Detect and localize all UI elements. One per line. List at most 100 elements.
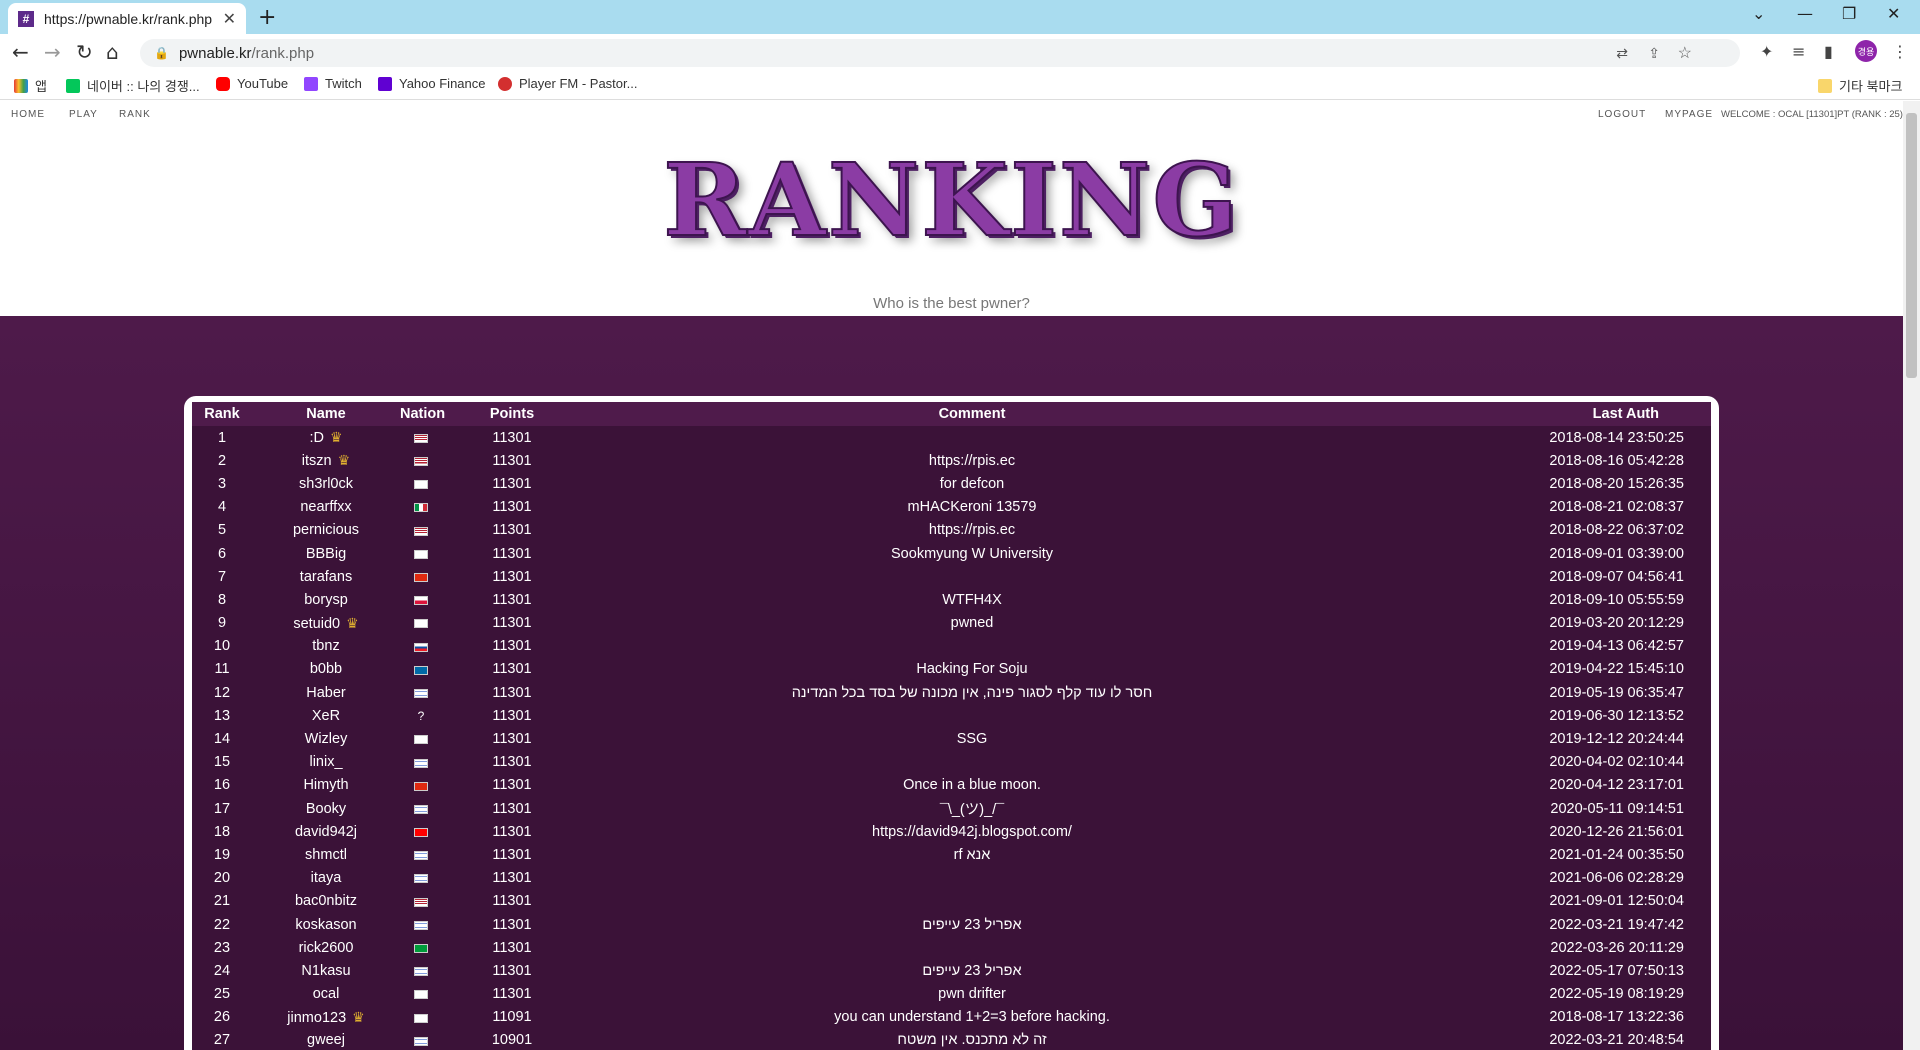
restore-icon[interactable]: ❐ <box>1842 4 1856 23</box>
nation-cell <box>400 639 442 653</box>
minimize-icon[interactable]: — <box>1797 4 1813 23</box>
nav-play-link[interactable]: PLAY <box>69 109 98 120</box>
media-control-icon[interactable]: ≡ <box>1792 42 1805 61</box>
nation-cell <box>400 732 442 746</box>
table-row: 19 shmctl 11301 rf אנא 2021-01-24 00:35:50 <box>192 843 1711 866</box>
forward-icon[interactable]: → <box>44 40 61 64</box>
flag-icon <box>414 549 428 559</box>
new-tab-icon[interactable]: + <box>258 5 276 30</box>
player-name[interactable]: linix_ <box>309 754 342 770</box>
url-path: /rank.php <box>251 44 315 62</box>
column-header: Name <box>306 406 346 422</box>
nav-logout-link[interactable]: LOGOUT <box>1598 109 1646 120</box>
ranking-logo: RANKING <box>662 140 1240 260</box>
nation-cell <box>400 477 442 491</box>
player-name[interactable]: itaya <box>311 870 342 886</box>
bookmark-naver[interactable]: 네이버 :: 나의 경쟁... <box>66 76 200 95</box>
name-cell: pernicious <box>252 522 400 538</box>
player-name[interactable]: shmctl <box>305 847 347 863</box>
last-auth-cell: 2018-08-16 05:42:28 <box>1549 452 1684 469</box>
nav-mypage-link[interactable]: MYPAGE <box>1665 109 1713 120</box>
tab-search-icon[interactable]: ⌄ <box>1752 4 1765 23</box>
player-name[interactable]: b0bb <box>310 661 342 677</box>
menu-icon[interactable]: ⋮ <box>1892 42 1908 61</box>
player-name[interactable]: borysp <box>304 592 348 608</box>
comment-cell: https://rpis.ec <box>928 522 1016 539</box>
page-scrollbar[interactable] <box>1903 101 1920 1050</box>
site-nav: HOME PLAY RANK LOGOUT MYPAGE WELCOME : O… <box>0 101 1903 131</box>
close-tab-icon[interactable]: ✕ <box>223 9 236 29</box>
player-name[interactable]: tbnz <box>312 638 339 654</box>
player-name[interactable]: ocal <box>313 986 340 1002</box>
nav-home-link[interactable]: HOME <box>11 109 45 120</box>
points-cell: 11301 <box>492 754 532 771</box>
player-name[interactable]: :D <box>309 430 324 446</box>
name-cell: Booky <box>252 801 400 817</box>
reload-icon[interactable]: ↻ <box>76 40 93 64</box>
close-window-icon[interactable]: ✕ <box>1887 4 1900 23</box>
flag-icon <box>414 874 428 884</box>
extensions-icon[interactable]: ✦ <box>1760 42 1773 61</box>
column-header: Comment <box>938 406 1006 422</box>
player-name[interactable]: BBBig <box>306 546 346 562</box>
player-name[interactable]: nearffxx <box>300 499 351 515</box>
player-name[interactable]: tarafans <box>300 569 352 585</box>
bookmarks-bar: 앱 네이버 :: 나의 경쟁... YouTube Twitch Yahoo F… <box>0 70 1920 100</box>
table-row: 7 tarafans 11301 2018-09-07 04:56:41 <box>192 565 1711 588</box>
player-name[interactable]: XeR <box>312 708 340 724</box>
other-bookmarks[interactable]: 기타 북마크 <box>1818 76 1902 95</box>
page-subtitle: Who is the best pwner? <box>873 295 1030 312</box>
comment-cell: mHACKeroni 13579 <box>907 499 1037 516</box>
player-name[interactable]: gweej <box>307 1032 345 1048</box>
name-cell: jinmo123 ♛ <box>252 1009 400 1026</box>
player-name[interactable]: itszn <box>302 453 332 469</box>
translate-icon[interactable]: ⇄ <box>1616 45 1628 62</box>
nav-rank-link[interactable]: RANK <box>119 109 151 120</box>
rank-cell: 11 <box>214 661 230 678</box>
profile-avatar[interactable]: 경용 <box>1855 40 1877 62</box>
player-name[interactable]: pernicious <box>293 522 359 538</box>
bookmark-apps[interactable]: 앱 <box>14 76 47 95</box>
name-cell: N1kasu <box>252 963 400 979</box>
share-icon[interactable]: ⇪ <box>1648 45 1660 62</box>
youtube-icon <box>216 76 230 91</box>
player-name[interactable]: Haber <box>306 685 346 701</box>
home-icon[interactable]: ⌂ <box>106 40 119 64</box>
bookmark-youtube[interactable]: YouTube <box>216 76 288 91</box>
player-name[interactable]: rick2600 <box>299 940 354 956</box>
flag-icon <box>414 967 428 977</box>
player-name[interactable]: sh3rl0ck <box>299 476 353 492</box>
rank-cell: 14 <box>213 731 231 748</box>
player-name[interactable]: Himyth <box>303 777 348 793</box>
back-icon[interactable]: ← <box>12 40 29 64</box>
last-auth-cell: 2020-04-02 02:10:44 <box>1549 754 1684 771</box>
player-name[interactable]: bac0nbitz <box>295 893 357 909</box>
player-name[interactable]: Wizley <box>305 731 348 747</box>
player-name[interactable]: setuid0 <box>293 616 340 632</box>
last-auth-cell: 2018-08-14 23:50:25 <box>1549 429 1684 446</box>
comment-cell: חסר לו עוד קלף לסגור פינה, אין מכונה של … <box>791 684 1153 701</box>
comment-cell: you can understand 1+2=3 before hacking. <box>834 1009 1110 1026</box>
player-name[interactable]: Booky <box>306 801 346 817</box>
name-cell: ocal <box>252 986 400 1002</box>
points-cell: 11301 <box>492 452 532 469</box>
player-name[interactable]: jinmo123 <box>287 1010 346 1026</box>
address-bar[interactable]: 🔒 pwnable.kr /rank.php ⇄ ⇪ ☆ <box>140 39 1740 67</box>
page-content: HOME PLAY RANK LOGOUT MYPAGE WELCOME : O… <box>0 101 1903 1050</box>
bookmark-player-fm[interactable]: Player FM - Pastor... <box>498 76 637 91</box>
nation-cell <box>400 686 442 700</box>
browser-tab[interactable]: # https://pwnable.kr/rank.php ✕ <box>8 3 246 34</box>
side-panel-icon[interactable]: ▮ <box>1824 42 1833 61</box>
player-name[interactable]: N1kasu <box>301 963 350 979</box>
name-cell: shmctl <box>252 847 400 863</box>
scrollbar-thumb[interactable] <box>1906 113 1917 378</box>
bookmark-twitch[interactable]: Twitch <box>304 76 362 91</box>
lock-icon[interactable]: 🔒 <box>154 46 169 60</box>
player-name[interactable]: david942j <box>295 824 357 840</box>
player-name[interactable]: koskason <box>295 917 356 933</box>
rank-cell: 5 <box>217 522 227 539</box>
bookmark-star-icon[interactable]: ☆ <box>1678 43 1692 63</box>
flag-icon <box>414 920 428 930</box>
bookmark-yahoo-finance[interactable]: Yahoo Finance <box>378 76 486 91</box>
comment-cell: rf אנא <box>953 846 991 863</box>
